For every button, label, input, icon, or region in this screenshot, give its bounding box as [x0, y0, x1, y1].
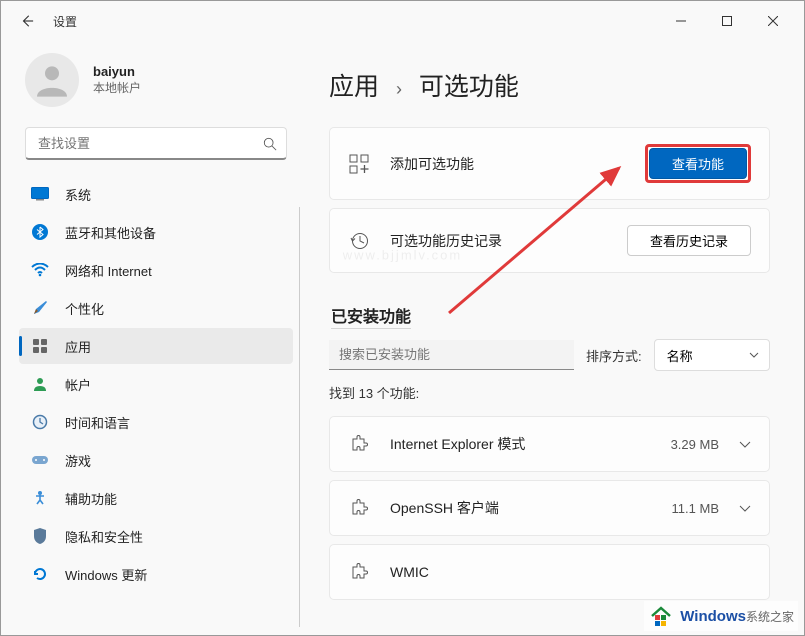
maximize-icon — [722, 16, 732, 26]
feature-count: 找到 13 个功能: — [329, 383, 770, 402]
history-label: 可选功能历史记录 — [390, 231, 607, 251]
breadcrumb-parent[interactable]: 应用 — [329, 73, 379, 101]
search-icon — [263, 137, 277, 151]
watermark-logo-icon — [648, 603, 674, 629]
nav: 系统 蓝牙和其他设备 网络和 Internet 个性化 应用 帐户 — [19, 176, 295, 592]
add-feature-label: 添加可选功能 — [390, 154, 625, 174]
nav-label: 应用 — [65, 337, 91, 356]
user-name: baiyun — [93, 64, 141, 79]
chevron-down-icon — [739, 505, 751, 512]
nav-item-apps[interactable]: 应用 — [19, 328, 293, 364]
installed-section-title: 已安装功能 — [331, 303, 411, 329]
back-arrow-icon — [20, 14, 34, 28]
watermark-sub: 系统之家 — [746, 610, 794, 624]
user-account-type: 本地帐户 — [93, 79, 141, 96]
feature-size: 11.1 MB — [672, 501, 719, 516]
close-button[interactable] — [750, 5, 796, 37]
nav-divider — [299, 207, 300, 627]
nav-label: 网络和 Internet — [65, 261, 152, 280]
feature-name: OpenSSH 客户端 — [390, 498, 652, 518]
nav-item-network[interactable]: 网络和 Internet — [19, 252, 293, 288]
nav-label: 蓝牙和其他设备 — [65, 223, 156, 242]
nav-item-bluetooth[interactable]: 蓝牙和其他设备 — [19, 214, 293, 250]
nav-label: 隐私和安全性 — [65, 527, 143, 546]
main-content: 应用 › 可选功能 添加可选功能 查看功能 可选功能历史记录 查看历史记录 已安… — [301, 41, 804, 635]
avatar — [25, 53, 79, 107]
chevron-down-icon — [739, 441, 751, 448]
puzzle-icon — [348, 497, 370, 519]
nav-label: 帐户 — [65, 375, 91, 394]
sort-select[interactable]: 名称 — [654, 339, 770, 371]
wifi-icon — [31, 261, 49, 279]
nav-item-accounts[interactable]: 帐户 — [19, 366, 293, 402]
minimize-icon — [676, 16, 686, 26]
watermark-main: Windows — [680, 608, 746, 625]
installed-search-input[interactable] — [329, 340, 574, 370]
sort-value: 名称 — [667, 346, 693, 365]
add-feature-icon — [348, 153, 370, 175]
nav-item-gaming[interactable]: 游戏 — [19, 442, 293, 478]
person-icon — [31, 375, 49, 393]
minimize-button[interactable] — [658, 5, 704, 37]
highlight-box: 查看功能 — [645, 144, 751, 183]
nav-item-time[interactable]: 时间和语言 — [19, 404, 293, 440]
breadcrumb: 应用 › 可选功能 — [329, 67, 770, 103]
nav-label: 系统 — [65, 185, 91, 204]
window-title: 设置 — [53, 13, 77, 30]
puzzle-icon — [348, 433, 370, 455]
nav-label: Windows 更新 — [65, 565, 147, 584]
feature-item[interactable]: WMIC — [329, 544, 770, 600]
gamepad-icon — [31, 451, 49, 469]
person-icon — [32, 60, 72, 100]
brush-icon — [31, 299, 49, 317]
apps-icon — [31, 337, 49, 355]
feature-name: WMIC — [390, 564, 731, 580]
nav-label: 时间和语言 — [65, 413, 130, 432]
history-icon — [348, 230, 370, 252]
search-sort-row: 排序方式: 名称 — [329, 339, 770, 371]
nav-item-privacy[interactable]: 隐私和安全性 — [19, 518, 293, 554]
shield-icon — [31, 527, 49, 545]
user-block[interactable]: baiyun 本地帐户 — [19, 53, 295, 107]
search-input[interactable] — [25, 127, 287, 160]
nav-label: 辅助功能 — [65, 489, 117, 508]
feature-size: 3.29 MB — [671, 437, 719, 452]
sidebar: baiyun 本地帐户 系统 蓝牙和其他设备 网络和 Internet — [1, 41, 301, 635]
watermark: Windows系统之家 — [644, 601, 798, 631]
history-card: 可选功能历史记录 查看历史记录 — [329, 208, 770, 273]
accessibility-icon — [31, 489, 49, 507]
update-icon — [31, 565, 49, 583]
view-features-button[interactable]: 查看功能 — [649, 148, 747, 179]
nav-item-personalization[interactable]: 个性化 — [19, 290, 293, 326]
nav-item-update[interactable]: Windows 更新 — [19, 556, 293, 592]
nav-label: 游戏 — [65, 451, 91, 470]
feature-item[interactable]: Internet Explorer 模式 3.29 MB — [329, 416, 770, 472]
clock-icon — [31, 413, 49, 431]
sort-label: 排序方式: — [586, 346, 642, 365]
titlebar: 设置 — [1, 1, 804, 41]
system-icon — [31, 185, 49, 203]
breadcrumb-separator: › — [396, 79, 402, 99]
add-feature-card: 添加可选功能 查看功能 — [329, 127, 770, 200]
maximize-button[interactable] — [704, 5, 750, 37]
bluetooth-icon — [31, 223, 49, 241]
puzzle-icon — [348, 561, 370, 583]
window-controls — [658, 5, 796, 37]
nav-item-accessibility[interactable]: 辅助功能 — [19, 480, 293, 516]
feature-item[interactable]: OpenSSH 客户端 11.1 MB — [329, 480, 770, 536]
search-wrap — [25, 127, 287, 160]
nav-item-system[interactable]: 系统 — [19, 176, 293, 212]
nav-label: 个性化 — [65, 299, 104, 318]
chevron-down-icon — [749, 352, 759, 358]
breadcrumb-current: 可选功能 — [419, 73, 519, 101]
back-button[interactable] — [19, 13, 35, 29]
close-icon — [768, 16, 778, 26]
feature-name: Internet Explorer 模式 — [390, 434, 651, 454]
view-history-button[interactable]: 查看历史记录 — [627, 225, 751, 256]
